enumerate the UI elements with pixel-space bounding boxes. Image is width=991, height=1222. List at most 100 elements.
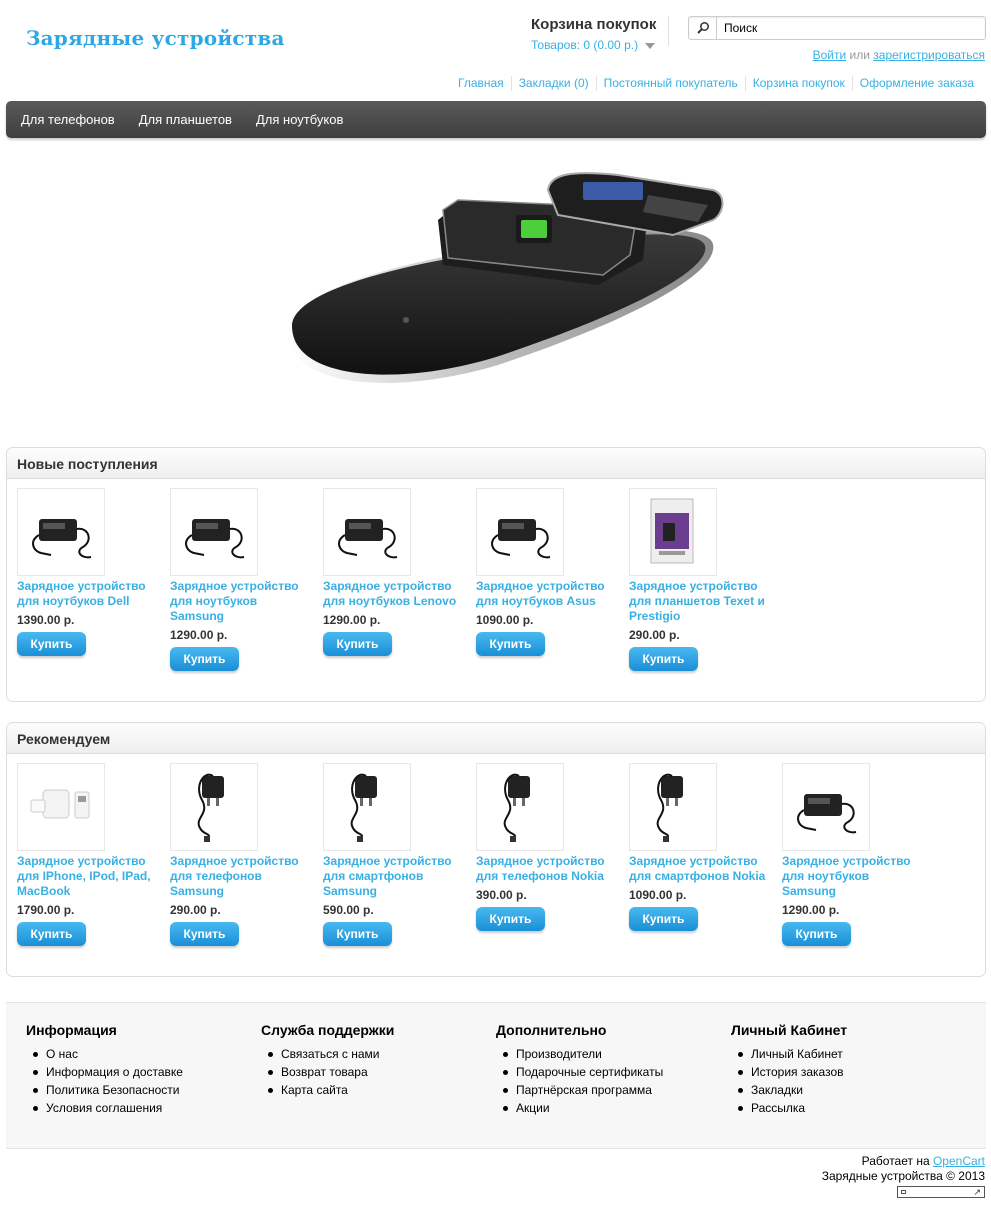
buy-button[interactable]: Купить [629, 907, 698, 931]
buy-button[interactable]: Купить [17, 632, 86, 656]
featured-products-box: Рекомендуем Зарядное устройство для IPho… [6, 722, 986, 977]
product-image[interactable] [476, 488, 564, 576]
product-image[interactable] [17, 488, 105, 576]
product-name-link[interactable]: Зарядное устройство для планшетов Texet … [629, 579, 769, 624]
footer-link[interactable]: Связаться с нами [261, 1045, 394, 1063]
search-button[interactable] [689, 17, 717, 39]
product-image[interactable] [782, 763, 870, 851]
product-name-link[interactable]: Зарядное устройство для ноутбуков Asus [476, 579, 616, 609]
product-image[interactable] [629, 763, 717, 851]
product-name-link[interactable]: Зарядное устройство для смартфонов Nokia [629, 854, 769, 884]
charging-pad-image [288, 172, 724, 383]
product-price: 390.00 р. [476, 888, 527, 902]
cart-total[interactable]: Товаров: 0 (0.00 р.) [531, 38, 656, 52]
buy-button[interactable]: Купить [782, 922, 851, 946]
login-link[interactable]: Войти [813, 48, 847, 62]
search-input[interactable] [717, 21, 977, 35]
tablet-charger-package-icon[interactable] [633, 491, 713, 574]
phone-charger-icon[interactable] [327, 766, 407, 849]
product-image[interactable] [17, 763, 105, 851]
footer-link[interactable]: О нас [26, 1045, 183, 1063]
laptop-charger-icon[interactable] [786, 766, 866, 849]
footer-link[interactable]: Условия соглашения [26, 1099, 183, 1117]
link-checkout[interactable]: Оформление заказа [851, 76, 981, 91]
search-icon[interactable] [696, 21, 710, 35]
product-image[interactable] [629, 488, 717, 576]
product-price: 590.00 р. [323, 903, 374, 917]
menu-item-tablets[interactable]: Для планшетов [127, 112, 244, 127]
buy-button[interactable]: Купить [17, 922, 86, 946]
menu-item-laptops[interactable]: Для ноутбуков [244, 112, 355, 127]
apple-adapter-icon[interactable] [21, 766, 101, 849]
menu-item-phones[interactable]: Для телефонов [9, 112, 127, 127]
product-price: 1090.00 р. [629, 888, 687, 902]
product-card: Зарядное устройство для ноутбуков Lenovo… [323, 488, 476, 671]
product-price: 1290.00 р. [782, 903, 840, 917]
cart-total-text[interactable]: Товаров: 0 (0.00 р.) [531, 38, 638, 52]
product-image[interactable] [476, 763, 564, 851]
buy-button[interactable]: Купить [476, 632, 545, 656]
buy-button[interactable]: Купить [629, 647, 698, 671]
phone-charger-icon[interactable] [633, 766, 713, 849]
footer-link[interactable]: Подарочные сертификаты [496, 1063, 663, 1081]
footer-column: Личный Кабинет Личный Кабинет История зака… [731, 1022, 847, 1117]
register-link[interactable]: зарегистрироваться [873, 48, 985, 62]
logo[interactable]: Зарядные устройства [26, 26, 285, 50]
product-name-link[interactable]: Зарядное устройство для телефонов Samsun… [170, 854, 310, 899]
link-home[interactable]: Главная [451, 76, 511, 91]
link-account[interactable]: Постоянный покупатель [595, 76, 745, 91]
product-image[interactable] [323, 488, 411, 576]
laptop-charger-icon[interactable] [174, 491, 254, 574]
product-name-link[interactable]: Зарядное устройство для телефонов Nokia [476, 854, 616, 884]
phone-charger-icon[interactable] [480, 766, 560, 849]
laptop-charger-icon[interactable] [21, 491, 101, 574]
product-image[interactable] [170, 763, 258, 851]
footer-link[interactable]: Карта сайта [261, 1081, 394, 1099]
laptop-charger-icon[interactable] [480, 491, 560, 574]
counter-square-icon [901, 1190, 906, 1194]
product-name-link[interactable]: Зарядное устройство для смартфонов Samsu… [323, 854, 463, 899]
footer-link[interactable]: Политика Безопасности [26, 1081, 183, 1099]
chevron-down-icon[interactable] [645, 42, 656, 49]
footer-link[interactable]: Возврат товара [261, 1063, 394, 1081]
counter-widget[interactable]: ↗ [897, 1186, 985, 1198]
footer-link[interactable]: Акции [496, 1099, 663, 1117]
footer-link[interactable]: Производители [496, 1045, 663, 1063]
latest-heading: Новые поступления [7, 448, 985, 479]
footer-column-title: Личный Кабинет [731, 1022, 848, 1038]
copyright: Зарядные устройства © 2013 [821, 1169, 985, 1183]
footer-column-title: Дополнительно [496, 1022, 607, 1038]
product-image[interactable] [323, 763, 411, 851]
link-cart[interactable]: Корзина покупок [744, 76, 852, 91]
opencart-link[interactable]: OpenCart [933, 1154, 985, 1168]
footer-link[interactable]: Рассылка [731, 1099, 847, 1117]
footer-column: Дополнительно Производители Подарочные сер… [496, 1022, 663, 1117]
product-image[interactable] [170, 488, 258, 576]
laptop-charger-icon[interactable] [327, 491, 407, 574]
slideshow-banner[interactable] [258, 150, 733, 420]
footer-link[interactable]: Партнёрская программа [496, 1081, 663, 1099]
phone-charger-icon[interactable] [174, 766, 254, 849]
buy-button[interactable]: Купить [323, 632, 392, 656]
footer-link[interactable]: Личный Кабинет [731, 1045, 847, 1063]
cart-block[interactable]: Корзина покупок Товаров: 0 (0.00 р.) [531, 16, 656, 52]
product-name-link[interactable]: Зарядное устройство для ноутбуков Lenovo [323, 579, 463, 609]
footer-link-list: Связаться с нами Возврат товара Карта сайт… [261, 1045, 394, 1099]
product-name-link[interactable]: Зарядное устройство для IPhone, IPod, IP… [17, 854, 157, 899]
footer-column-title: Информация [26, 1022, 117, 1038]
buy-button[interactable]: Купить [476, 907, 545, 931]
product-name-link[interactable]: Зарядное устройство для ноутбуков Dell [17, 579, 157, 609]
footer-link[interactable]: Информация о доставке [26, 1063, 183, 1081]
buy-button[interactable]: Купить [170, 922, 239, 946]
link-wishlist[interactable]: Закладки (0) [510, 76, 596, 91]
product-price: 290.00 р. [629, 628, 680, 642]
buy-button[interactable]: Купить [170, 647, 239, 671]
product-price: 1390.00 р. [17, 613, 75, 627]
search-box [688, 16, 986, 40]
product-name-link[interactable]: Зарядное устройство для ноутбуков Samsun… [170, 579, 310, 624]
product-name-link[interactable]: Зарядное устройство для ноутбуков Samsun… [782, 854, 922, 899]
buy-button[interactable]: Купить [323, 922, 392, 946]
footer-link[interactable]: Закладки [731, 1081, 847, 1099]
product-card: Зарядное устройство для смартфонов Nokia… [629, 763, 782, 946]
footer-link[interactable]: История заказов [731, 1063, 847, 1081]
